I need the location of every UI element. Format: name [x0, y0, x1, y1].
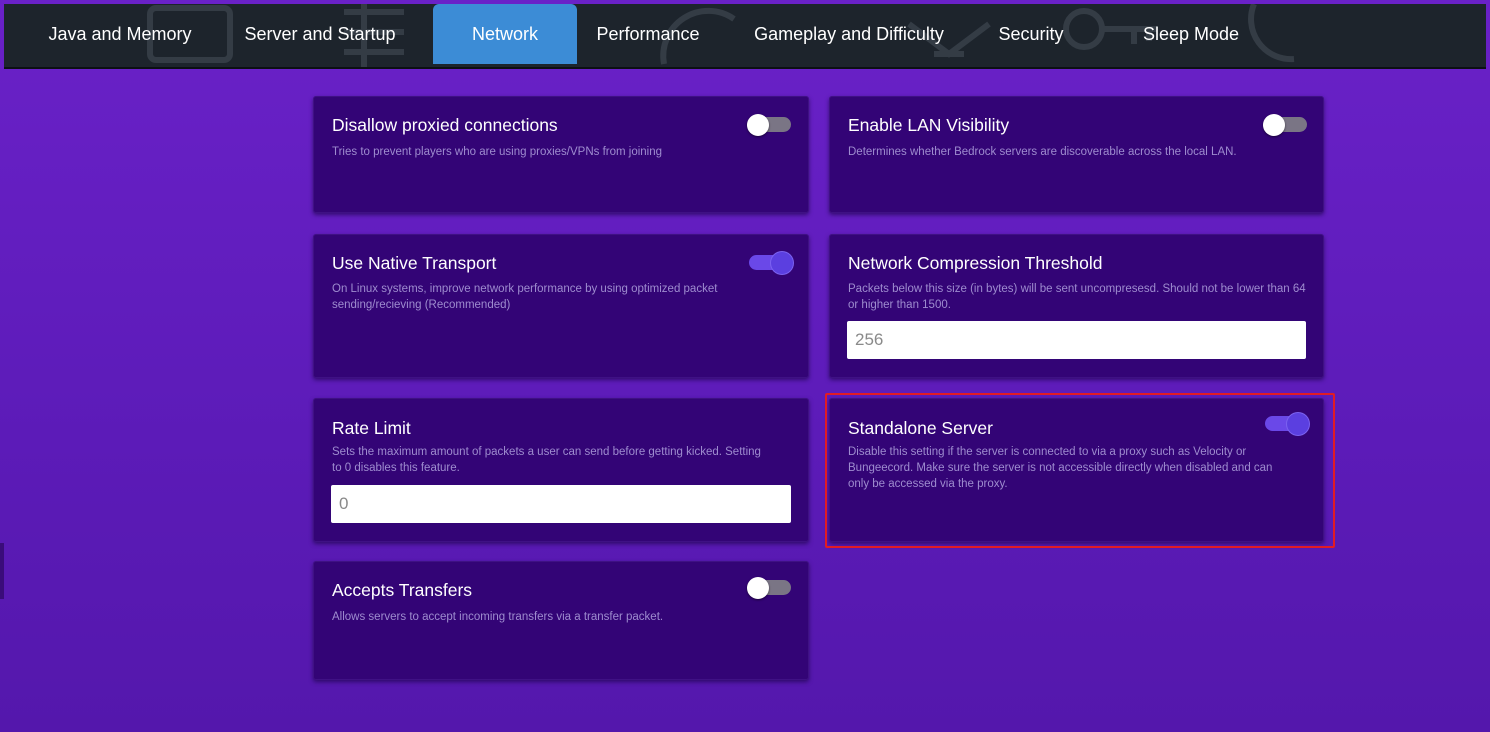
accepts-transfers-toggle[interactable] — [747, 577, 791, 599]
toggle-knob — [747, 577, 769, 599]
setting-card-rate-limit: Rate Limit Sets the maximum amount of pa… — [313, 398, 809, 542]
tab-performance[interactable]: Performance — [582, 4, 714, 64]
tab-network[interactable]: Network — [433, 4, 577, 64]
toggle-knob — [771, 252, 793, 274]
setting-card-disallow-proxied: Disallow proxied connections Tries to pr… — [313, 96, 809, 213]
setting-card-lan-visibility: Enable LAN Visibility Determines whether… — [829, 96, 1324, 213]
disallow-proxied-toggle[interactable] — [747, 114, 791, 136]
tab-server-and-startup[interactable]: Server and Startup — [230, 4, 410, 64]
tab-sleep-mode[interactable]: Sleep Mode — [1130, 4, 1252, 64]
toggle-knob — [1287, 413, 1309, 435]
setting-description: Determines whether Bedrock servers are d… — [848, 146, 1237, 158]
lan-visibility-toggle[interactable] — [1263, 114, 1307, 136]
settings-tab-bar: Java and Memory Server and Startup Netwo… — [4, 4, 1486, 69]
compression-threshold-input[interactable]: 256 — [847, 321, 1306, 359]
toggle-knob — [747, 114, 769, 136]
setting-title: Network Compression Threshold — [848, 253, 1103, 273]
tab-java-and-memory[interactable]: Java and Memory — [32, 4, 208, 64]
standalone-server-toggle[interactable] — [1263, 413, 1309, 435]
setting-card-compression-threshold: Network Compression Threshold Packets be… — [829, 234, 1324, 378]
setting-title: Enable LAN Visibility — [848, 115, 1010, 135]
setting-description: On Linux systems, improve network perfor… — [332, 283, 718, 311]
setting-title: Standalone Server — [848, 418, 993, 438]
setting-title: Accepts Transfers — [332, 580, 473, 600]
setting-description: Tries to prevent players who are using p… — [332, 146, 663, 158]
toggle-knob — [1263, 114, 1285, 136]
setting-card-accepts-transfers: Accepts Transfers Allows servers to acce… — [313, 561, 809, 680]
setting-title: Disallow proxied connections — [332, 115, 558, 135]
setting-description: Sets the maximum amount of packets a use… — [332, 446, 761, 474]
tab-security[interactable]: Security — [984, 4, 1078, 64]
setting-description: Disable this setting if the server is co… — [848, 446, 1273, 490]
setting-description: Allows servers to accept incoming transf… — [332, 611, 664, 623]
setting-title: Rate Limit — [332, 418, 411, 438]
setting-card-standalone-server: Standalone Server Disable this setting i… — [829, 398, 1324, 542]
tab-gameplay-and-difficulty[interactable]: Gameplay and Difficulty — [734, 4, 964, 64]
left-edge-strip — [0, 543, 4, 599]
setting-card-native-transport: Use Native Transport On Linux systems, i… — [313, 234, 809, 378]
setting-description: Packets below this size (in bytes) will … — [848, 283, 1306, 311]
rate-limit-input[interactable]: 0 — [331, 485, 791, 523]
native-transport-toggle[interactable] — [747, 252, 793, 274]
setting-title: Use Native Transport — [332, 253, 497, 273]
